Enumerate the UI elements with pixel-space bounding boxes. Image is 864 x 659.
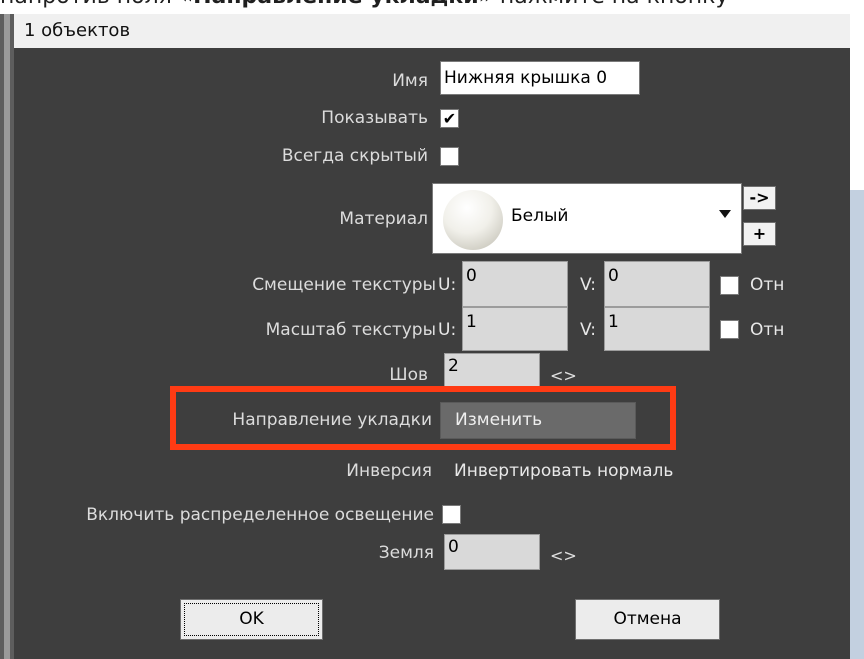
texture-scale-u-label: U: <box>438 320 457 340</box>
texture-scale-u-input[interactable]: 1 <box>462 307 568 351</box>
ground-label: Земля <box>378 543 434 563</box>
texture-offset-v-input[interactable]: 0 <box>604 261 710 307</box>
invert-normal-link[interactable]: Инвертировать нормаль <box>454 461 673 481</box>
texture-scale-relative-checkbox[interactable] <box>720 320 739 339</box>
texture-offset-label: Смещение текстуры <box>252 275 436 295</box>
show-checkbox[interactable]: ✔ <box>440 109 459 128</box>
always-hidden-checkbox[interactable] <box>440 147 459 166</box>
distributed-lighting-checkbox[interactable] <box>442 505 461 524</box>
instruction-text-end: нажмите на кнопку <box>493 0 729 9</box>
highlight-frame <box>170 386 676 450</box>
texture-scale-label: Масштаб текстуры <box>265 320 436 340</box>
texture-scale-v-label: V: <box>580 320 596 340</box>
inversion-label: Инверсия <box>346 461 432 481</box>
material-preview-sphere <box>443 190 503 250</box>
background-right <box>850 190 864 659</box>
name-label: Имя <box>392 71 428 91</box>
texture-offset-v-label: V: <box>580 275 596 295</box>
distributed-lighting-label: Включить распределенное освещение <box>86 505 434 525</box>
ok-button[interactable]: OK <box>180 599 323 640</box>
ground-stepper-arrows[interactable]: <> <box>550 546 577 565</box>
seam-input[interactable]: 2 <box>444 353 540 389</box>
texture-offset-relative-checkbox[interactable] <box>720 276 739 295</box>
always-hidden-label: Всегда скрытый <box>281 146 428 166</box>
seam-stepper-arrows[interactable]: <> <box>550 366 577 385</box>
ground-input[interactable]: 0 <box>444 534 540 570</box>
background-right-top <box>850 14 864 190</box>
show-label: Показывать <box>321 108 428 128</box>
seam-label: Шов <box>389 365 428 385</box>
texture-offset-relative-label: Отн <box>750 275 785 295</box>
window-left-edge-inner <box>4 14 10 659</box>
texture-offset-u-label: U: <box>438 275 457 295</box>
name-input[interactable]: Нижняя крышка 0 <box>440 61 640 95</box>
material-select[interactable]: Белый <box>432 183 742 254</box>
texture-scale-relative-label: Отн <box>750 320 785 340</box>
window-left-edge <box>0 14 14 659</box>
material-value: Белый <box>511 206 569 226</box>
material-label: Материал <box>339 209 428 229</box>
instruction-text-start: напротив поля <box>0 0 179 9</box>
chevron-down-icon[interactable] <box>719 210 731 218</box>
instruction-text-bold: «Направление укладки» <box>179 0 493 9</box>
texture-offset-u-input[interactable]: 0 <box>462 261 568 307</box>
instruction-text: напротив поля «Направление укладки» нажм… <box>0 0 864 14</box>
dialog-title: 1 объектов <box>24 20 131 41</box>
material-goto-button[interactable]: -> <box>743 186 776 210</box>
dialog-titlebar[interactable]: 1 объектов <box>14 14 850 48</box>
dialog-client-area <box>14 48 850 659</box>
texture-scale-v-input[interactable]: 1 <box>604 307 710 351</box>
cancel-button[interactable]: Отмена <box>575 599 720 640</box>
material-add-button[interactable]: + <box>743 222 776 246</box>
